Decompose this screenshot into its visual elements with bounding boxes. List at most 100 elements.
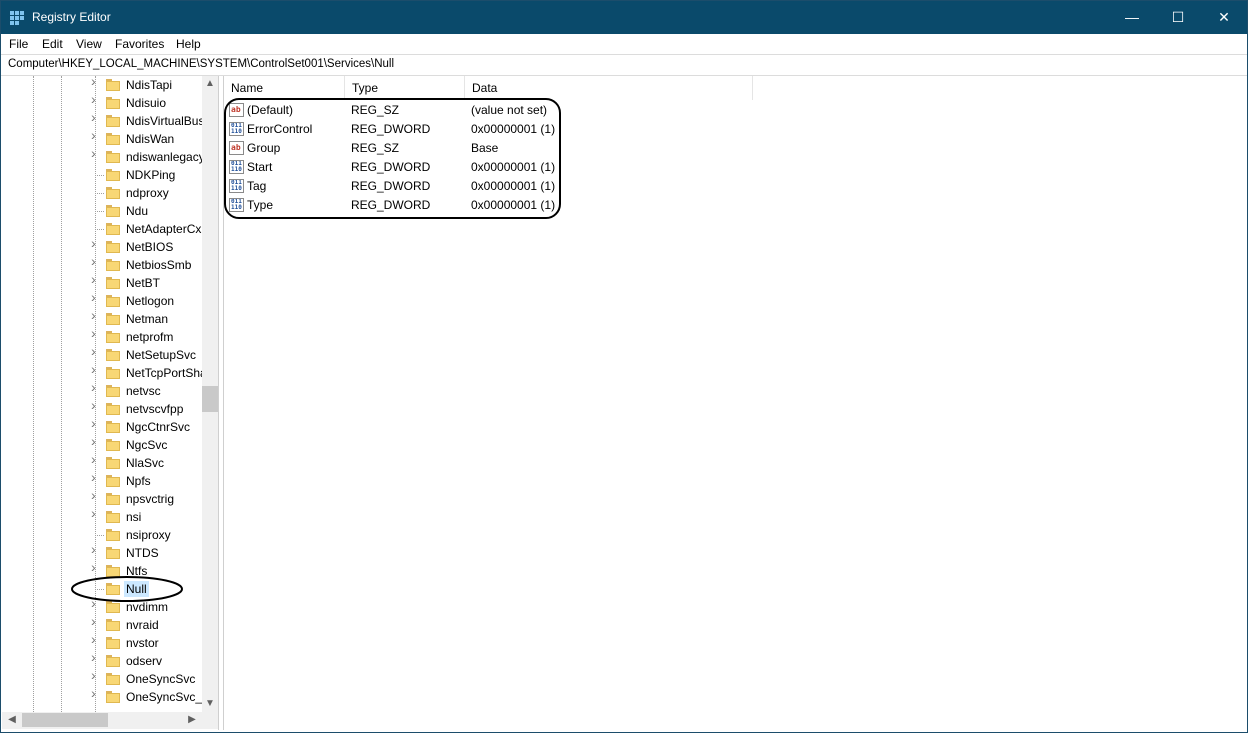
tree-item[interactable]: › nsi [2,506,202,526]
tree-item[interactable]: › NetBT [2,272,202,292]
expand-chevron-icon[interactable]: › [91,272,99,286]
tree-vertical-scrollbar[interactable]: ▲ ▼ [202,76,218,712]
tree-item-label[interactable]: NetBT [124,275,162,291]
expand-chevron-icon[interactable]: › [91,326,99,340]
tree-item-label[interactable]: ndiswanlegacy [124,149,207,165]
expand-chevron-icon[interactable]: › [91,488,99,502]
value-row[interactable]: 011 110 Type REG_DWORD 0x00000001 (1) [224,196,764,215]
tree-item-label[interactable]: nsiproxy [124,527,173,543]
value-row[interactable]: ab Group REG_SZ Base [224,139,764,158]
scroll-right-arrow-icon[interactable]: ▶ [184,712,200,728]
tree-item-label[interactable]: npsvctrig [124,491,176,507]
tree-item-label[interactable]: NetSetupSvc [124,347,198,363]
address-bar[interactable]: Computer\HKEY_LOCAL_MACHINE\SYSTEM\Contr… [1,54,1247,76]
value-row[interactable]: 011 110 Start REG_DWORD 0x00000001 (1) [224,158,764,177]
expand-chevron-icon[interactable]: › [91,668,99,682]
tree-item-label[interactable]: Ndisuio [124,95,168,111]
expand-chevron-icon[interactable]: › [91,308,99,322]
expand-chevron-icon[interactable]: › [91,128,99,142]
expand-chevron-icon[interactable]: › [91,542,99,556]
expand-chevron-icon[interactable]: › [91,92,99,106]
tree-item-label[interactable]: NTDS [124,545,161,561]
tree-item[interactable]: › NetbiosSmb [2,254,202,274]
tree-item[interactable]: › NdisTapi [2,76,202,94]
menu-view[interactable]: View [76,37,102,51]
tree-item[interactable]: › NdisWan [2,128,202,148]
tree-item[interactable]: › Ntfs [2,560,202,580]
scroll-down-arrow-icon[interactable]: ▼ [202,696,218,712]
value-row[interactable]: 011 110 ErrorControl REG_DWORD 0x00000001 (1… [224,120,764,139]
tree-item-label[interactable]: nvraid [124,617,161,633]
column-header-name[interactable]: Name [224,76,345,100]
expand-chevron-icon[interactable]: › [91,236,99,250]
scroll-left-arrow-icon[interactable]: ◀ [4,712,20,728]
tree-item[interactable]: › OneSyncSvc [2,668,202,688]
tree-item[interactable]: › nvstor [2,632,202,652]
address-path[interactable]: Computer\HKEY_LOCAL_MACHINE\SYSTEM\Contr… [8,58,394,70]
expand-chevron-icon[interactable]: › [91,254,99,268]
tree-item-label[interactable]: Netman [124,311,170,327]
tree-item-label[interactable]: NdisWan [124,131,176,147]
tree-item-label[interactable]: Netlogon [124,293,176,309]
column-header-data[interactable]: Data [465,76,753,100]
tree-item-label[interactable]: odserv [124,653,164,669]
expand-chevron-icon[interactable]: › [91,596,99,610]
tree-item[interactable]: › ndiswanlegacy [2,146,205,166]
tree-item[interactable]: › NetSetupSvc [2,344,202,364]
expand-chevron-icon[interactable]: › [91,434,99,448]
expand-chevron-icon[interactable]: › [91,380,99,394]
tree-item-label[interactable]: ndproxy [124,185,171,201]
menu-help[interactable]: Help [176,37,201,51]
expand-chevron-icon[interactable]: › [91,686,99,700]
tree-item-label[interactable]: nvdimm [124,599,170,615]
title-bar[interactable]: Registry Editor — ☐ ✕ [1,1,1247,34]
column-header-type[interactable]: Type [345,76,465,100]
maximize-button[interactable]: ☐ [1155,1,1201,34]
tree-item[interactable]: › Ndisuio [2,92,202,112]
minimize-button[interactable]: — [1109,1,1155,34]
expand-chevron-icon[interactable]: › [91,470,99,484]
tree-item[interactable]: › Netlogon [2,290,202,310]
tree-item-label[interactable]: nvstor [124,635,161,651]
tree-item[interactable]: NDKPing [2,166,202,184]
values-list-pane[interactable]: Name Type Data ab (Default) REG_SZ (value n… [223,76,1247,730]
tree-item-label[interactable]: NetbiosSmb [124,257,193,273]
tree-item-label[interactable]: netvscvfpp [124,401,185,417]
value-row[interactable]: 011 110 Tag REG_DWORD 0x00000001 (1) [224,177,764,196]
scroll-up-arrow-icon[interactable]: ▲ [202,76,218,92]
tree-item[interactable]: › odserv [2,650,202,670]
tree-item[interactable]: › NetBIOS [2,236,202,256]
expand-chevron-icon[interactable]: › [91,560,99,574]
tree-item[interactable]: nsiproxy [2,526,202,544]
expand-chevron-icon[interactable]: › [91,344,99,358]
tree-item[interactable]: › nvraid [2,614,202,634]
tree-horizontal-scrollbar[interactable]: ◀ ▶ [2,712,202,729]
tree-item-label[interactable]: nsi [124,509,143,525]
tree-item[interactable]: › NgcSvc [2,434,202,454]
tree-item[interactable]: ndproxy [2,184,202,202]
expand-chevron-icon[interactable]: › [91,416,99,430]
tree-item[interactable]: › Netman [2,308,202,328]
tree-item[interactable]: › NdisVirtualBus [2,110,204,130]
tree-item[interactable]: › Npfs [2,470,202,490]
tree-item-label[interactable]: NdisVirtualBus [124,113,206,129]
tree-item-label[interactable]: Null [124,581,149,597]
tree-item[interactable]: › nvdimm [2,596,202,616]
tree-item-label[interactable]: Ntfs [124,563,149,579]
expand-chevron-icon[interactable]: › [91,506,99,520]
tree-item[interactable]: › netvscvfpp [2,398,202,418]
tree-item-label[interactable]: netvsc [124,383,163,399]
tree-item[interactable]: › NTDS [2,542,202,562]
expand-chevron-icon[interactable]: › [91,146,99,160]
tree-item-label[interactable]: netprofm [124,329,175,345]
tree-item-label[interactable]: NdisTapi [124,77,174,93]
tree-item[interactable]: Ndu [2,202,202,220]
expand-chevron-icon[interactable]: › [91,110,99,124]
value-row[interactable]: ab (Default) REG_SZ (value not set) [224,101,764,120]
tree-item-label[interactable]: NgcSvc [124,437,169,453]
tree-item-label[interactable]: NDKPing [124,167,177,183]
expand-chevron-icon[interactable]: › [91,632,99,646]
tree-item-label[interactable]: Ndu [124,203,150,219]
expand-chevron-icon[interactable]: › [91,362,99,376]
tree-item[interactable]: › npsvctrig [2,488,202,508]
